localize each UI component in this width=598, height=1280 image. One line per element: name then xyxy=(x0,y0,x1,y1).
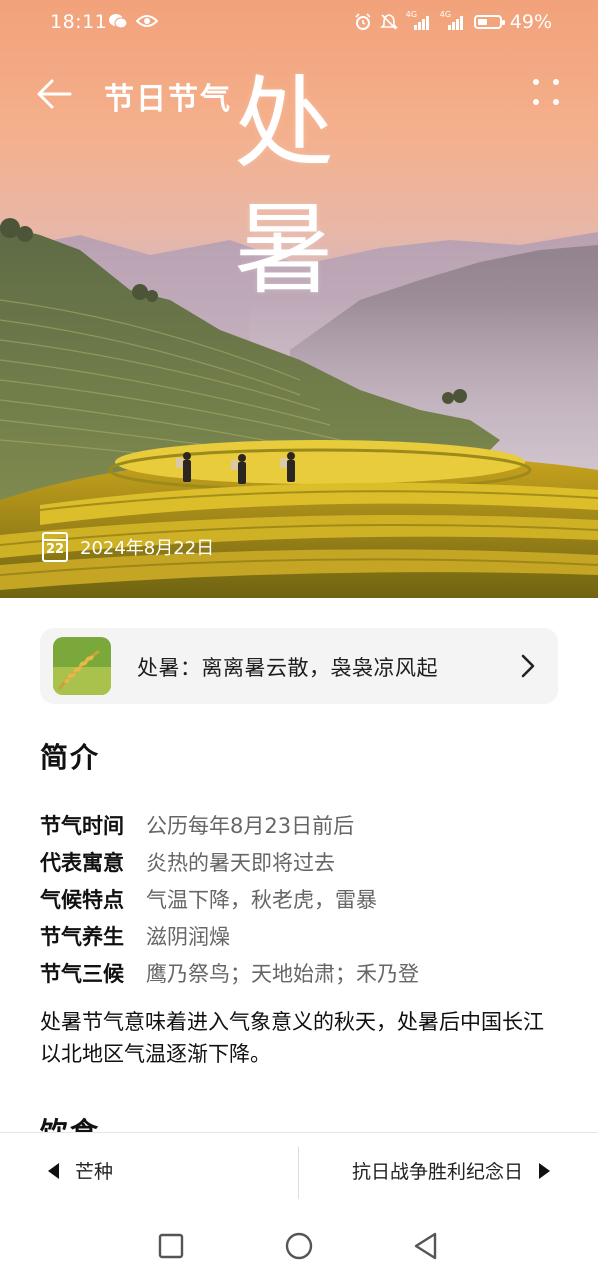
battery-icon xyxy=(473,15,505,29)
page-title: 节日节气 xyxy=(104,82,232,117)
term-navigation-bar: 芒种 抗日战争胜利纪念日 xyxy=(0,1132,598,1213)
status-time: 18:11 xyxy=(50,11,108,33)
home-button[interactable] xyxy=(283,1230,315,1262)
info-label: 节气养生 xyxy=(40,924,124,949)
date-text: 2024年8月22日 xyxy=(80,538,215,559)
mute-icon xyxy=(379,14,398,30)
recent-apps-button[interactable] xyxy=(155,1230,187,1262)
info-row: 代表寓意 炎热的暑天即将过去 xyxy=(40,843,560,880)
info-value: 气温下降，秋老虎，雷暴 xyxy=(146,887,377,912)
triangle-left-icon xyxy=(48,1162,59,1179)
previous-term-button[interactable]: 芒种 xyxy=(48,1157,113,1184)
eye-icon xyxy=(136,15,158,27)
hero-image: 18:11 4G 4G 49% 节日节气 处 暑 22 2024年8月22日 xyxy=(0,0,598,598)
signal-icon-2: 4G xyxy=(440,10,466,31)
info-value: 炎热的暑天即将过去 xyxy=(146,850,335,875)
calendar-day: 22 xyxy=(45,542,65,557)
info-label: 代表寓意 xyxy=(40,850,124,875)
four-dots-icon xyxy=(533,79,559,105)
info-label: 节气三候 xyxy=(40,961,124,986)
previous-term-label: 芒种 xyxy=(75,1161,114,1183)
signal-icon-1: 4G xyxy=(406,10,432,31)
status-bar: 18:11 4G 4G 49% xyxy=(0,0,598,46)
info-label: 节气时间 xyxy=(40,813,124,838)
chevron-right-icon xyxy=(521,654,535,678)
more-options-button[interactable] xyxy=(528,74,568,114)
solar-term-banner[interactable]: 处暑：离离暑云散，袅袅凉风起 xyxy=(40,628,558,704)
calendar-icon: 22 xyxy=(42,532,68,562)
info-row: 气候特点 气温下降，秋老虎，雷暴 xyxy=(40,880,560,917)
info-value: 滋阴润燥 xyxy=(146,924,230,949)
info-row: 节气养生 滋阴润燥 xyxy=(40,917,560,954)
next-term-label: 抗日战争胜利纪念日 xyxy=(351,1161,523,1183)
info-value: 鹰乃祭鸟；天地始肃；禾乃登 xyxy=(146,961,419,986)
status-right-icons: 4G 4G 49% xyxy=(354,10,552,33)
battery-fill xyxy=(477,19,488,25)
section-title-diet: 饮食 xyxy=(40,1116,100,1132)
info-value: 公历每年8月23日前后 xyxy=(146,813,355,838)
back-button[interactable] xyxy=(34,72,78,116)
back-nav-button[interactable] xyxy=(410,1230,442,1262)
solar-term-char-1: 处 xyxy=(234,65,334,182)
info-row: 节气时间 公历每年8月23日前后 xyxy=(40,806,560,843)
arrow-left-icon xyxy=(37,79,72,109)
battery-percent: 49% xyxy=(509,11,552,33)
info-label: 气候特点 xyxy=(40,887,124,912)
banner-text: 处暑：离离暑云散，袅袅凉风起 xyxy=(137,656,438,680)
rice-thumbnail xyxy=(53,637,111,695)
section-title-intro: 简介 xyxy=(40,741,101,774)
triangle-right-icon xyxy=(539,1162,550,1179)
description-text: 处暑节气意味着进入气象意义的秋天，处暑后中国长江以北地区气温逐渐下降。 xyxy=(40,1010,544,1066)
solar-term-char-2: 暑 xyxy=(234,191,334,308)
alarm-icon xyxy=(355,13,371,30)
nav-divider xyxy=(298,1147,299,1199)
next-term-button[interactable]: 抗日战争胜利纪念日 xyxy=(352,1157,550,1184)
info-list: 节气时间 公历每年8月23日前后 代表寓意 炎热的暑天即将过去 气候特点 气温下… xyxy=(40,806,560,991)
info-row: 节气三候 鹰乃祭鸟；天地始肃；禾乃登 xyxy=(40,954,560,991)
date-row: 22 2024年8月22日 xyxy=(42,532,214,562)
wechat-icon xyxy=(109,14,128,29)
system-navigation-bar xyxy=(0,1212,598,1280)
status-left-icons xyxy=(108,12,158,30)
